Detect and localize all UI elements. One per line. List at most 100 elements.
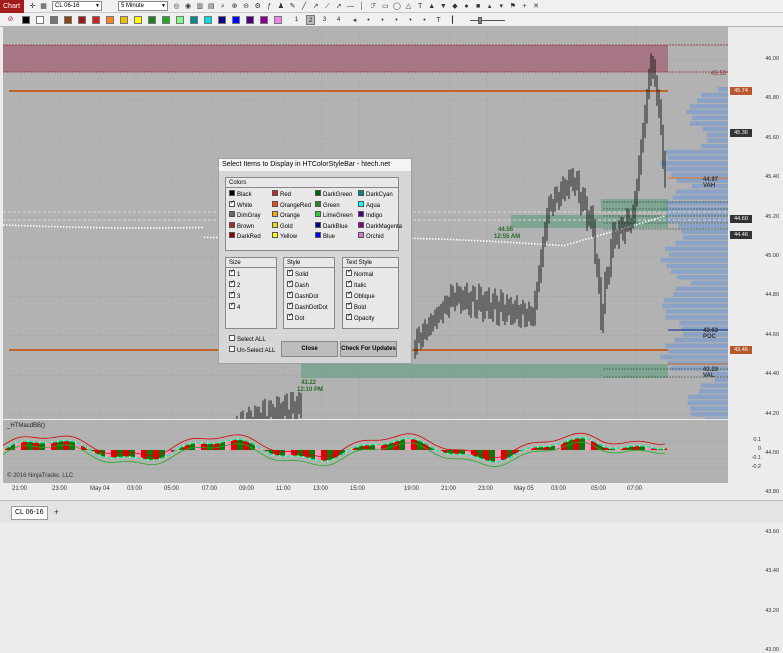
dash-style-icon[interactable]: ┃ bbox=[448, 16, 457, 25]
color-swatch[interactable] bbox=[162, 16, 170, 24]
text-style-icon[interactable]: T bbox=[434, 16, 443, 25]
unselect-all-checkbox[interactable]: Un-Select ALL bbox=[229, 346, 275, 356]
arrow-down-icon[interactable]: ▼ bbox=[439, 2, 448, 11]
zoom-out-icon[interactable]: ⊖ bbox=[242, 2, 251, 11]
line-width-option-2[interactable]: 2 bbox=[306, 15, 315, 25]
tab-cl-06-16[interactable]: CL 06-16 bbox=[11, 506, 48, 520]
color-swatch[interactable] bbox=[246, 16, 254, 24]
time-axis[interactable]: 21:00 23:00 May 04 03:00 05:00 07:00 09:00 11:0… bbox=[3, 483, 728, 497]
color-option-red[interactable]: Red bbox=[272, 190, 291, 200]
horizontal-line-icon[interactable]: ― bbox=[346, 2, 355, 11]
line-width-option-1[interactable]: 1 bbox=[292, 15, 301, 25]
oscillator-panel[interactable]: _HTMacdBB() © 2016 NinjaTrader, LLC bbox=[3, 420, 728, 483]
vertical-line-icon[interactable]: │ bbox=[358, 2, 367, 11]
crosshair-icon[interactable]: ✛ bbox=[28, 2, 37, 11]
opacity-slider[interactable] bbox=[470, 20, 505, 21]
dot-icon[interactable]: ● bbox=[462, 2, 471, 11]
color-swatch[interactable] bbox=[120, 16, 128, 24]
color-swatch[interactable] bbox=[232, 16, 240, 24]
text-icon[interactable]: T bbox=[416, 2, 425, 11]
no-icon[interactable]: ⊘ bbox=[6, 15, 15, 24]
color-swatch[interactable] bbox=[106, 16, 114, 24]
instrument-selector[interactable]: CL 06-16 ▼ bbox=[52, 1, 102, 11]
color-option-yellow[interactable]: Yellow bbox=[272, 232, 297, 242]
ellipse-icon[interactable]: ◯ bbox=[392, 2, 401, 11]
color-option-limegreen[interactable]: LimeGreen bbox=[315, 211, 353, 221]
color-swatch[interactable] bbox=[134, 16, 142, 24]
properties-icon[interactable]: ⚙ bbox=[253, 2, 262, 11]
line-icon[interactable]: ╱ bbox=[300, 2, 309, 11]
check-updates-button[interactable]: Check For Updates bbox=[340, 341, 397, 357]
color-swatch[interactable] bbox=[148, 16, 156, 24]
data-box-icon[interactable]: ▦ bbox=[39, 2, 48, 11]
style-option[interactable]: Dot bbox=[287, 312, 304, 324]
square-icon[interactable]: ■ bbox=[474, 2, 483, 11]
color-option-aqua[interactable]: Aqua bbox=[358, 200, 380, 211]
color-swatch[interactable] bbox=[36, 16, 44, 24]
color-option-darkred[interactable]: DarkRed bbox=[229, 232, 261, 242]
color-swatch[interactable] bbox=[260, 16, 268, 24]
color-swatch[interactable] bbox=[176, 16, 184, 24]
dash-style-icon[interactable]: • bbox=[406, 16, 415, 25]
ext-line-icon[interactable]: ⟋ bbox=[323, 2, 332, 11]
color-option-darkcyan[interactable]: DarkCyan bbox=[358, 190, 393, 200]
color-swatch[interactable] bbox=[274, 16, 282, 24]
close-button[interactable]: Close bbox=[281, 341, 338, 357]
data-box-icon[interactable]: ▥ bbox=[195, 2, 204, 11]
strategies-icon[interactable]: ♟ bbox=[276, 2, 285, 11]
dash-style-icon[interactable]: • bbox=[420, 16, 429, 25]
chart-menu-tab[interactable]: Chart bbox=[0, 0, 24, 13]
color-swatch[interactable] bbox=[190, 16, 198, 24]
flag-icon[interactable]: ⚑ bbox=[508, 2, 517, 11]
line-width-option-3[interactable]: 3 bbox=[320, 15, 329, 25]
color-option-darkgreen[interactable]: DarkGreen bbox=[315, 190, 352, 200]
triangle-up-icon[interactable]: ▴ bbox=[485, 2, 494, 11]
price-axis[interactable]: 46.00 45.80 45.60 45.40 45.20 45.00 44.80 44.60… bbox=[728, 27, 783, 653]
color-swatch[interactable] bbox=[50, 16, 58, 24]
add-tab-button[interactable]: + bbox=[52, 507, 61, 518]
text-style-option[interactable]: Opacity bbox=[346, 312, 374, 324]
color-option-blue[interactable]: Blue bbox=[315, 232, 335, 242]
eye-icon[interactable]: ◉ bbox=[184, 2, 193, 11]
crosshair-icon[interactable]: ◎ bbox=[172, 2, 181, 11]
select-all-checkbox[interactable]: Select ALL bbox=[229, 335, 266, 345]
color-option-orangered[interactable]: OrangeRed bbox=[272, 200, 311, 211]
pencil-icon[interactable]: ✎ bbox=[288, 2, 297, 11]
instrument-icon[interactable]: ⌕ bbox=[218, 2, 227, 11]
color-swatch[interactable] bbox=[64, 16, 72, 24]
clear-icon[interactable]: ✕ bbox=[532, 2, 541, 11]
color-option-orange[interactable]: Orange bbox=[272, 211, 300, 221]
arrow-line-icon[interactable]: ➚ bbox=[334, 2, 343, 11]
zoom-in-icon[interactable]: ⊕ bbox=[230, 2, 239, 11]
indicators-icon[interactable]: ƒ bbox=[265, 2, 274, 11]
style-option[interactable]: DashDotDot bbox=[287, 301, 328, 313]
ray-icon[interactable]: ↗ bbox=[311, 2, 320, 11]
opacity-slider-thumb[interactable] bbox=[478, 17, 482, 24]
color-swatch[interactable] bbox=[218, 16, 226, 24]
dash-style-icon[interactable]: • bbox=[392, 16, 401, 25]
color-option-gold[interactable]: Gold bbox=[272, 221, 293, 232]
color-option-dimgray[interactable]: DimGray bbox=[229, 211, 261, 221]
fib-icon[interactable]: ℱ bbox=[369, 2, 378, 11]
diamond-icon[interactable]: ◆ bbox=[450, 2, 459, 11]
dash-style-icon[interactable]: • bbox=[364, 16, 373, 25]
color-swatch[interactable] bbox=[92, 16, 100, 24]
color-option-darkblue[interactable]: DarkBlue bbox=[315, 221, 348, 232]
triangle-down-icon[interactable]: ▾ bbox=[497, 2, 506, 11]
color-swatch[interactable] bbox=[204, 16, 212, 24]
color-option-indigo[interactable]: Indigo bbox=[358, 211, 382, 221]
color-swatch[interactable] bbox=[22, 16, 30, 24]
color-option-white[interactable]: White bbox=[229, 199, 252, 211]
triangle-icon[interactable]: △ bbox=[404, 2, 413, 11]
dash-style-icon[interactable]: ◂ bbox=[350, 16, 359, 25]
color-option-orchid[interactable]: Orchid bbox=[358, 232, 384, 242]
color-option-brown[interactable]: Brown bbox=[229, 221, 254, 232]
arrow-up-icon[interactable]: ▲ bbox=[427, 2, 436, 11]
rectangle-icon[interactable]: ▭ bbox=[381, 2, 390, 11]
bar-type-icon[interactable]: ▤ bbox=[207, 2, 216, 11]
color-option-darkmagenta[interactable]: DarkMagenta bbox=[358, 221, 402, 232]
interval-selector[interactable]: 5 Minute ▼ bbox=[118, 1, 168, 11]
plus-icon[interactable]: + bbox=[520, 2, 529, 11]
line-width-option-4[interactable]: 4 bbox=[334, 15, 343, 25]
color-option-green[interactable]: Green bbox=[315, 200, 340, 211]
